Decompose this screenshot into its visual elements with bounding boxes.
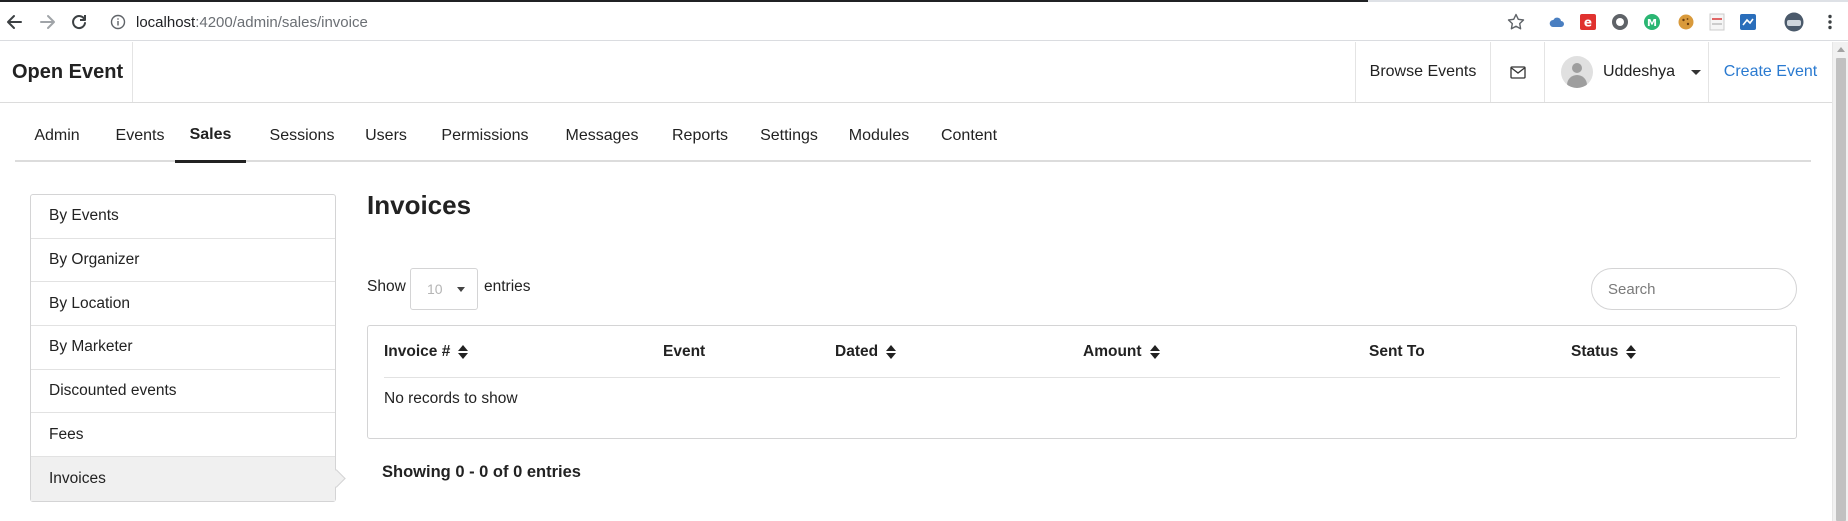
url-host: localhost (136, 13, 196, 31)
browser-toolbar: localhost:4200/admin/sales/invoice e M (0, 2, 1848, 41)
app-header: Open Event Browse Events Uddeshya Create… (0, 42, 1832, 103)
table-header: Invoice # Event Dated Amount Sent To Sta… (384, 326, 1780, 378)
m-extension-icon[interactable]: M (1643, 13, 1661, 31)
envelope-icon (1509, 65, 1526, 79)
sidebar-item-by-marketer[interactable]: By Marketer (31, 326, 335, 370)
column-header-sent-to: Sent To (1369, 326, 1425, 378)
tab-admin[interactable]: Admin (17, 117, 97, 162)
column-header-invoice[interactable]: Invoice # (384, 326, 469, 378)
address-bar[interactable]: localhost:4200/admin/sales/invoice (110, 10, 368, 34)
tab-messages[interactable]: Messages (549, 117, 655, 162)
messages-button[interactable] (1490, 42, 1544, 102)
show-label: Show (367, 278, 406, 295)
column-header-amount[interactable]: Amount (1083, 326, 1160, 378)
pagination-summary: Showing 0 - 0 of 0 entries (382, 463, 581, 481)
reload-button[interactable] (66, 9, 92, 35)
tab-content[interactable]: Content (925, 117, 1013, 162)
profile-avatar-icon[interactable] (1783, 12, 1805, 32)
column-label: Sent To (1369, 343, 1425, 360)
tab-reports[interactable]: Reports (655, 117, 745, 162)
column-label: Invoice # (384, 343, 451, 360)
create-event-link[interactable]: Create Event (1708, 42, 1832, 102)
column-header-dated[interactable]: Dated (835, 326, 897, 378)
entries-per-page-select[interactable]: 10 (410, 268, 478, 310)
entries-label: entries (484, 278, 531, 295)
invoices-table: Invoice # Event Dated Amount Sent To Sta… (367, 325, 1797, 439)
sh-extension-icon[interactable] (1708, 13, 1726, 31)
sort-icon (1626, 345, 1637, 359)
info-icon[interactable] (110, 14, 126, 30)
sidebar-item-by-organizer[interactable]: By Organizer (31, 239, 335, 283)
browse-events-link[interactable]: Browse Events (1355, 42, 1490, 102)
arrow-right-icon (40, 15, 55, 29)
browser-menu-icon[interactable] (1820, 12, 1840, 32)
bookmark-star-icon[interactable] (1506, 12, 1526, 32)
empty-table-message: No records to show (384, 390, 518, 407)
back-button[interactable] (2, 9, 28, 35)
brand-logo[interactable]: Open Event (0, 42, 133, 102)
column-header-event: Event (663, 326, 705, 378)
sidebar-item-fees[interactable]: Fees (31, 413, 335, 458)
tab-settings[interactable]: Settings (745, 117, 833, 162)
e-extension-icon[interactable]: e (1579, 13, 1597, 31)
page-title: Invoices (367, 190, 472, 220)
sidebar-item-discounted-events[interactable]: Discounted events (31, 370, 335, 414)
tab-modules[interactable]: Modules (833, 117, 925, 162)
tab-users[interactable]: Users (351, 117, 421, 162)
column-label: Amount (1083, 343, 1142, 360)
column-header-status[interactable]: Status (1571, 326, 1637, 378)
sidebar-item-by-location[interactable]: By Location (31, 282, 335, 327)
forward-button[interactable] (34, 9, 60, 35)
svg-text:e: e (1584, 16, 1592, 30)
sidebar-item-invoices[interactable]: Invoices (31, 457, 335, 501)
circle-extension-icon[interactable] (1611, 13, 1629, 31)
user-dropdown[interactable]: Uddeshya (1544, 42, 1708, 102)
user-name: Uddeshya (1603, 63, 1676, 80)
page-scrollbar[interactable] (1832, 42, 1848, 521)
sort-icon (1149, 345, 1160, 359)
column-label: Event (663, 343, 706, 360)
sort-icon (886, 345, 897, 359)
arrow-left-icon (7, 15, 22, 29)
scrollbar-thumb[interactable] (1836, 58, 1846, 521)
caret-down-icon (1691, 69, 1702, 75)
admin-tabs: Admin Events Sales Sessions Users Permis… (15, 117, 1811, 163)
tab-sessions[interactable]: Sessions (253, 117, 351, 162)
scroll-up-arrow-icon[interactable] (1837, 47, 1845, 52)
column-label: Dated (835, 343, 879, 360)
reload-icon (72, 15, 86, 30)
screenshot-extension-icon[interactable] (1739, 13, 1757, 31)
sales-sidebar-menu: By Events By Organizer By Location By Ma… (30, 194, 336, 502)
url-path: :4200/admin/sales/invoice (195, 13, 368, 31)
sidebar-item-by-events[interactable]: By Events (31, 195, 335, 239)
search-input[interactable] (1591, 268, 1797, 310)
svg-text:M: M (1647, 18, 1657, 29)
cloud-extension-icon[interactable] (1548, 13, 1566, 31)
avatar (1561, 56, 1593, 88)
tab-events[interactable]: Events (97, 117, 183, 162)
cookie-extension-icon[interactable] (1677, 13, 1695, 31)
entries-select-value: 10 (427, 281, 443, 297)
sort-icon (458, 345, 469, 359)
column-label: Status (1571, 343, 1619, 360)
tab-permissions[interactable]: Permissions (421, 117, 549, 162)
tab-sales[interactable]: Sales (175, 117, 246, 163)
caret-down-icon (456, 286, 465, 292)
